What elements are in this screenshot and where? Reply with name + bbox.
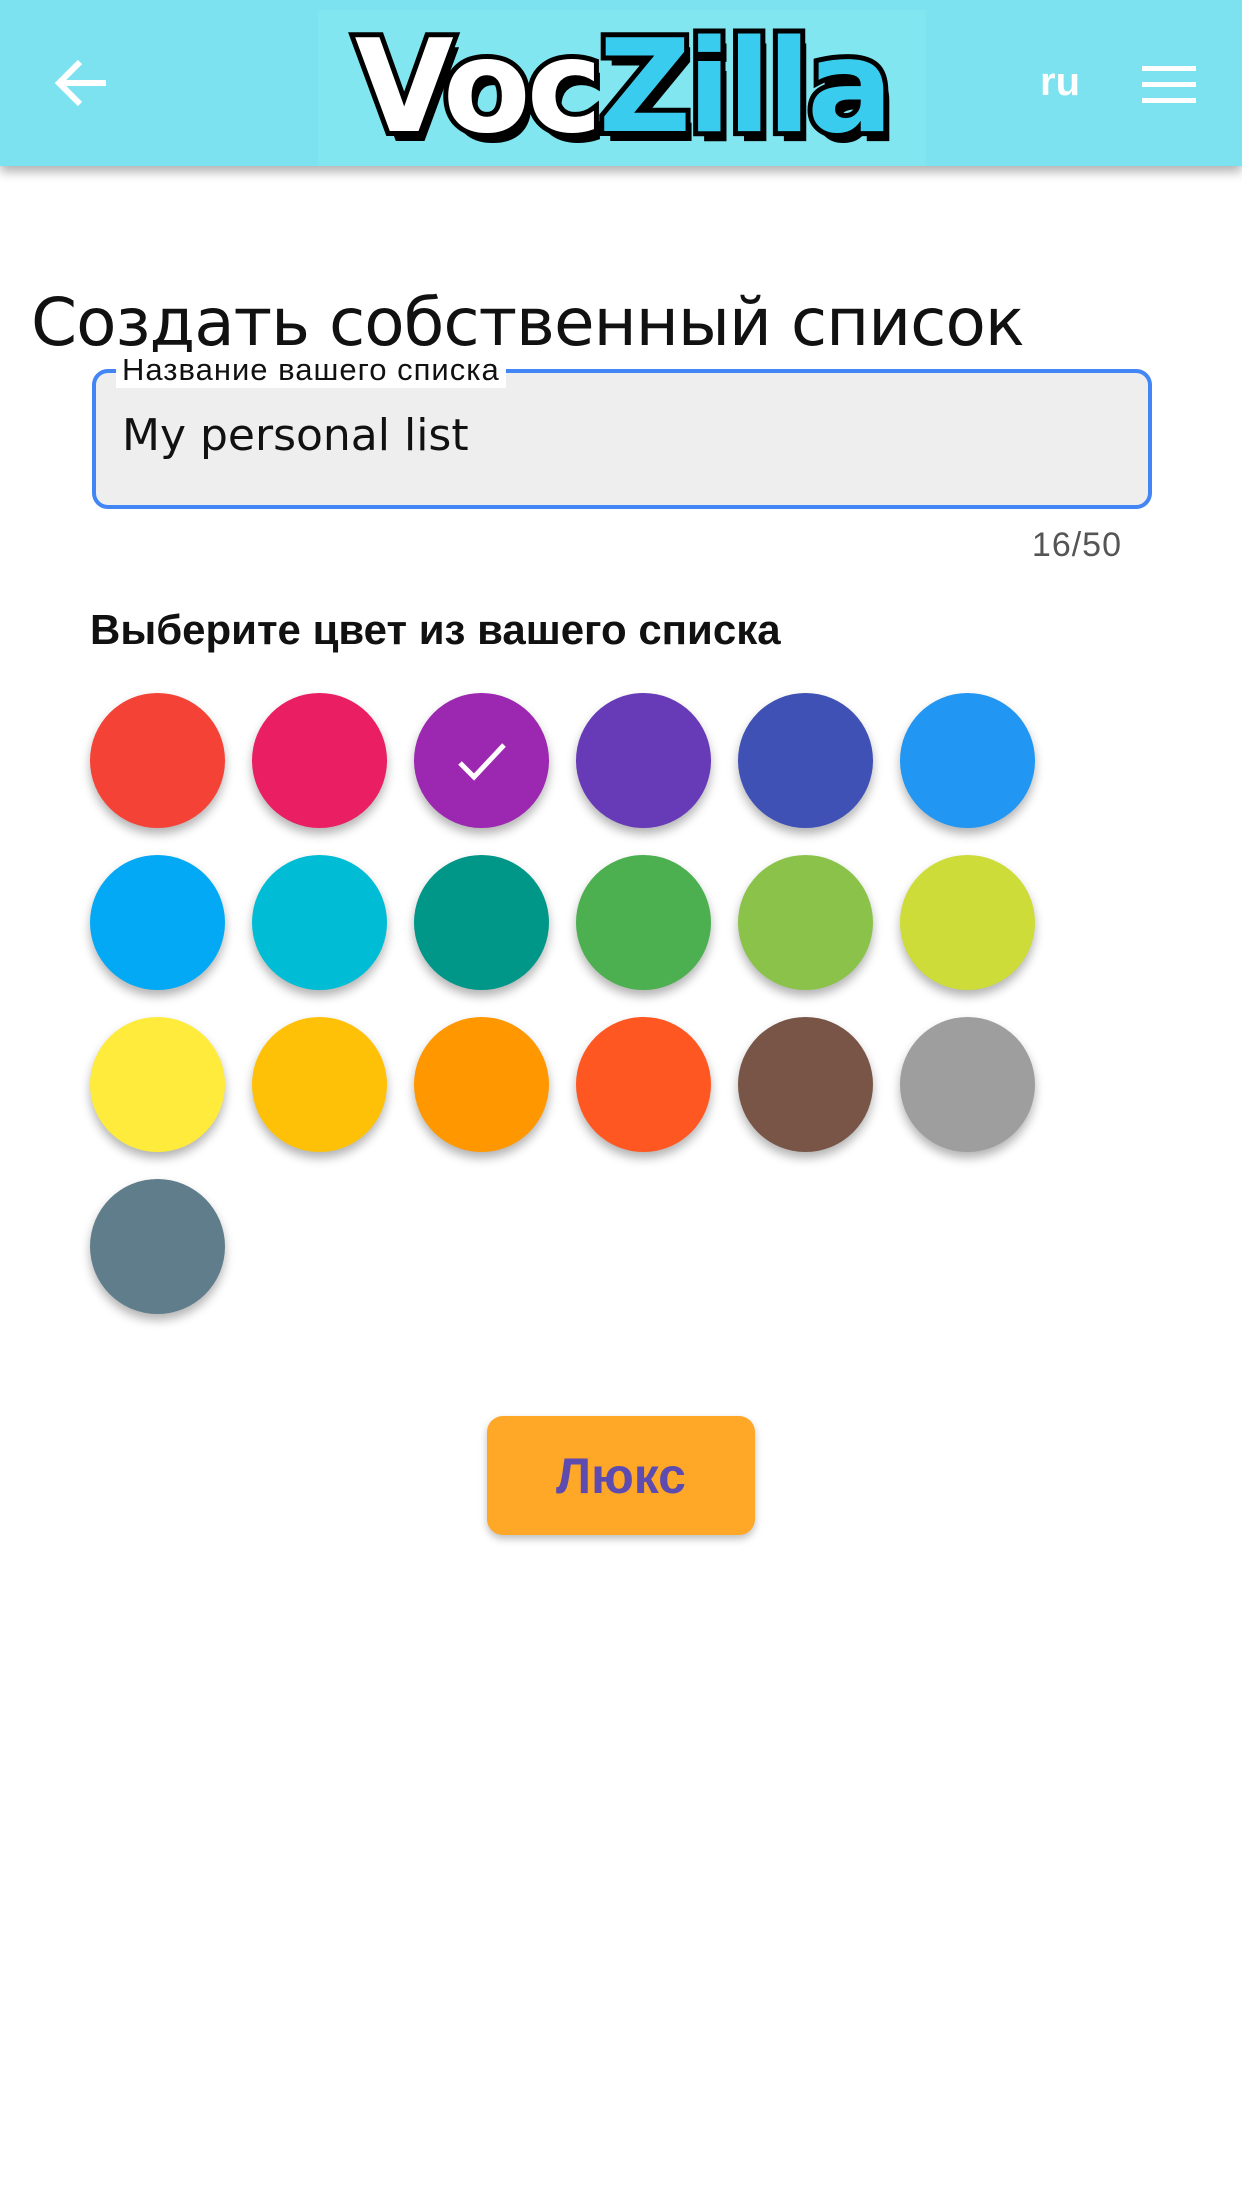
color-swatch[interactable] [576, 1017, 711, 1152]
color-swatch[interactable] [900, 1017, 1035, 1152]
color-swatch[interactable] [252, 693, 387, 828]
color-section-title: Выберите цвет из вашего списка [90, 606, 781, 653]
checkmark-icon [457, 742, 506, 781]
color-swatch[interactable] [252, 1017, 387, 1152]
hamburger-menu-icon[interactable] [1142, 66, 1196, 104]
lux-button[interactable]: Люкс [487, 1416, 755, 1535]
language-selector[interactable]: ru [1040, 60, 1080, 105]
color-swatch[interactable] [738, 855, 873, 990]
color-swatch[interactable] [576, 855, 711, 990]
color-swatch[interactable] [90, 1017, 225, 1152]
arrow-left-icon [54, 59, 106, 107]
back-button[interactable] [52, 50, 116, 116]
app-header: Voc Zilla ru [0, 0, 1242, 166]
page-title: Создать собственный список [31, 284, 1025, 362]
color-swatch[interactable] [252, 855, 387, 990]
logo-text-zilla: Zilla [594, 13, 899, 162]
character-counter: 16/50 [1031, 526, 1122, 564]
color-swatch[interactable] [900, 693, 1035, 828]
color-swatch[interactable] [414, 855, 549, 990]
voczilla-logo: Voc Zilla [318, 10, 926, 166]
logo-text-voc: Voc [350, 13, 608, 162]
color-swatch[interactable] [414, 693, 549, 828]
color-swatch[interactable] [90, 855, 225, 990]
list-name-field[interactable] [92, 369, 1152, 509]
color-swatch[interactable] [90, 1179, 225, 1314]
color-swatch[interactable] [576, 693, 711, 828]
list-name-input[interactable] [120, 409, 1124, 462]
color-swatch[interactable] [90, 693, 225, 828]
color-swatch[interactable] [738, 693, 873, 828]
color-swatch[interactable] [900, 855, 1035, 990]
color-swatch[interactable] [738, 1017, 873, 1152]
color-swatch[interactable] [414, 1017, 549, 1152]
list-name-label: Название вашего списка [116, 352, 506, 388]
